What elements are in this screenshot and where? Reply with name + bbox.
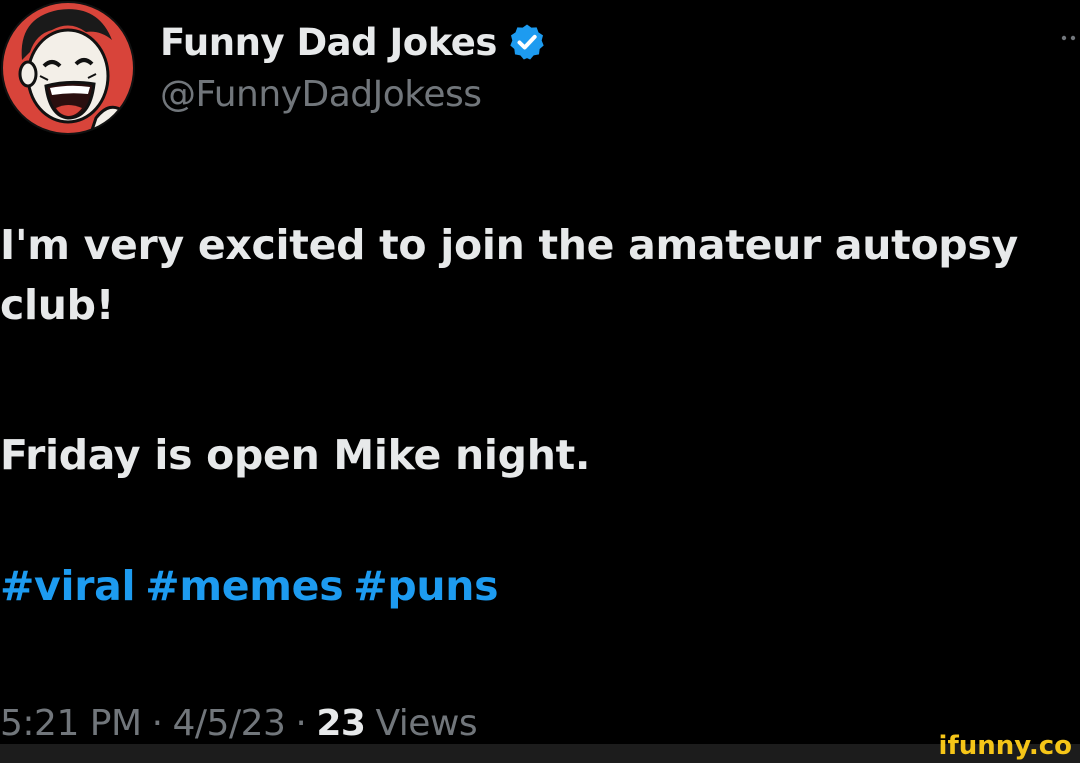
hashtag-list: #viral #memes #puns (0, 562, 508, 610)
views-label[interactable]: Views (375, 703, 477, 744)
views-count[interactable]: 23 (316, 703, 366, 744)
author-display-name[interactable]: Funny Dad Jokes (160, 21, 497, 64)
tweet-text-line: Friday is open Mike night. (0, 431, 591, 479)
more-options-icon[interactable] (1060, 30, 1080, 46)
meta-separator: · (295, 702, 307, 744)
meta-separator: · (151, 702, 163, 744)
tweet-text-line: I'm very excited to join the amateur aut… (0, 221, 1018, 269)
hashtag-link[interactable]: #puns (353, 562, 498, 610)
verified-badge-icon[interactable] (507, 22, 547, 62)
tweet-text: I'm very excited to join the amateur aut… (0, 215, 1080, 485)
tweet-time[interactable]: 5:21 PM (0, 703, 142, 744)
tweet-meta: 5:21 PM · 4/5/23 · 23 Views (0, 698, 478, 748)
watermark-bar (0, 744, 1080, 763)
author-name-row: Funny Dad Jokes (160, 14, 547, 70)
hashtag-link[interactable]: #memes (145, 562, 343, 610)
avatar[interactable] (0, 0, 136, 136)
hashtag-link[interactable]: #viral (0, 562, 136, 610)
author-handle[interactable]: @FunnyDadJokess (160, 74, 482, 115)
tweet-text-line: club! (0, 281, 115, 329)
tweet-date[interactable]: 4/5/23 (173, 703, 286, 744)
ifunny-watermark: ifunny.co (938, 731, 1072, 761)
